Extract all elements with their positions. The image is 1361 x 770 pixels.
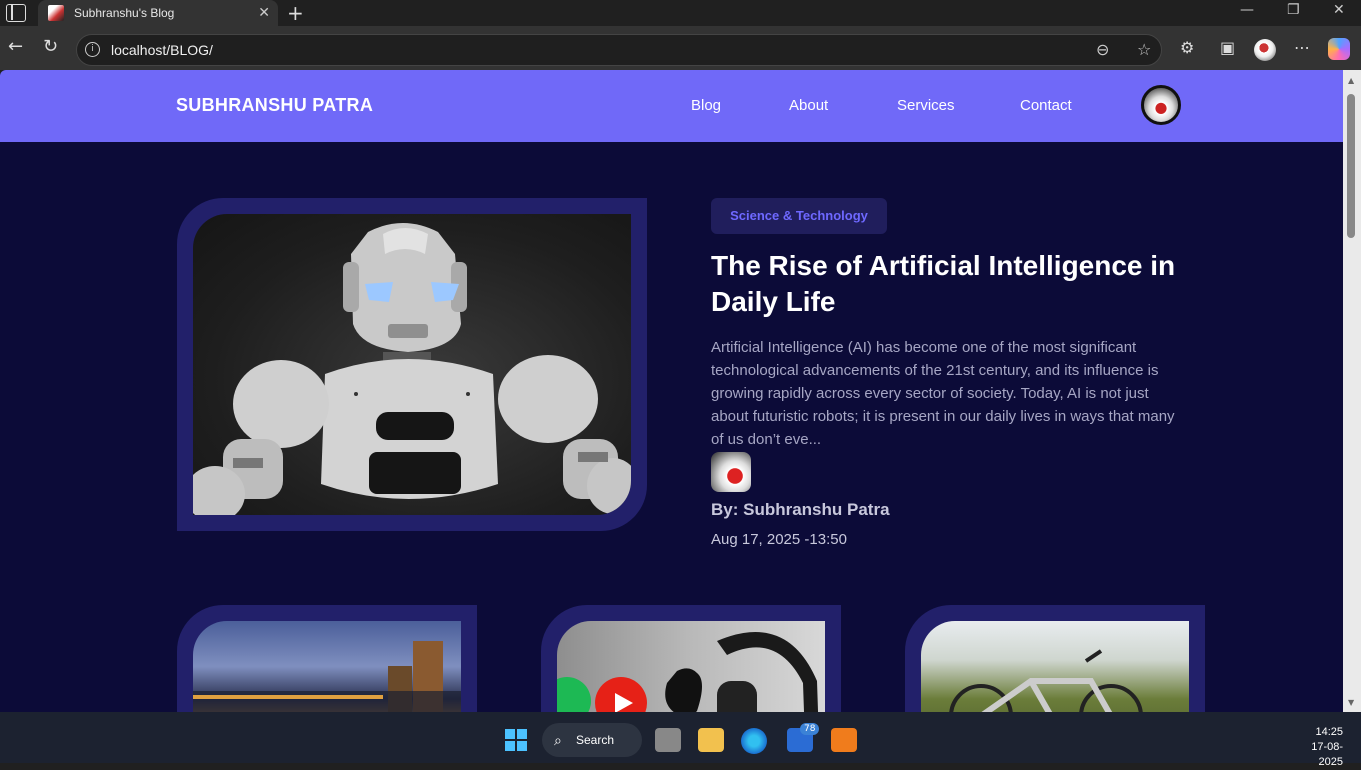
new-tab-icon[interactable]: + (287, 1, 304, 25)
more-menu-icon[interactable]: ⋯ (1294, 38, 1310, 57)
page-scrollbar[interactable]: ▲ ▼ (1343, 70, 1361, 712)
post-card[interactable] (905, 605, 1205, 712)
robot-illustration (193, 223, 631, 515)
restore-icon[interactable]: ❐ (1287, 2, 1300, 18)
extensions-icon[interactable]: ⚙ (1180, 38, 1194, 57)
bicycle-illustration (949, 649, 1143, 712)
tab-title: Subhranshu's Blog (74, 6, 175, 20)
reader-icon[interactable]: ⊖ (1096, 40, 1109, 59)
profile-avatar[interactable] (1254, 39, 1276, 61)
address-bar[interactable]: i localhost/BLOG/ ⊖ ☆ (76, 34, 1162, 66)
scroll-up-icon[interactable]: ▲ (1348, 76, 1354, 85)
copilot-icon[interactable] (1328, 38, 1350, 60)
tab-actions-icon[interactable] (6, 4, 26, 22)
post-card-image[interactable] (193, 621, 461, 712)
post-card-image[interactable] (921, 621, 1189, 712)
xampp-icon[interactable] (831, 728, 857, 752)
nav-services[interactable]: Services (897, 97, 955, 114)
screenshot-icon[interactable]: ▣ (1220, 38, 1235, 57)
search-icon: ⌕ (554, 732, 562, 748)
nav-about[interactable]: About (789, 97, 828, 114)
windows-taskbar: ⌕ Search 78 14:25 17-08-2025 (0, 712, 1361, 768)
post-date: Aug 17, 2025 -13:50 (711, 531, 847, 548)
site-header: SUBHRANSHU PATRA Blog About Services Con… (0, 70, 1343, 142)
post-author: By: Subhranshu Patra (711, 500, 890, 519)
taskbar-clock[interactable]: 14:25 17-08-2025 (1300, 725, 1343, 770)
site-logo[interactable]: SUBHRANSHU PATRA (176, 95, 373, 116)
taskbar-search[interactable]: ⌕ Search (542, 723, 642, 757)
back-icon[interactable]: ← (8, 36, 23, 57)
music-apps-illustration (557, 632, 819, 712)
close-window-icon[interactable]: ✕ (1333, 2, 1345, 18)
scroll-thumb[interactable] (1347, 94, 1355, 238)
post-card[interactable] (177, 605, 477, 712)
browser-titlebar: Subhranshu's Blog ✕ + — ❐ ✕ (0, 0, 1361, 26)
clock-date: 17-08-2025 (1311, 741, 1343, 768)
post-title[interactable]: The Rise of Artificial Intelligence in D… (711, 248, 1181, 320)
url-text[interactable]: localhost/BLOG/ (111, 42, 213, 58)
minimize-icon[interactable]: — (1240, 2, 1254, 18)
search-label: Search (576, 733, 615, 747)
task-view-icon[interactable] (655, 728, 681, 752)
file-explorer-icon[interactable] (698, 728, 724, 752)
close-tab-icon[interactable]: ✕ (258, 5, 270, 21)
featured-image-frame (177, 198, 647, 531)
browser-tab[interactable]: Subhranshu's Blog ✕ (38, 0, 278, 26)
nav-contact[interactable]: Contact (1020, 97, 1072, 114)
browser-toolbar: ← ↻ i localhost/BLOG/ ⊖ ☆ ⚙ ▣ ⋯ (0, 26, 1361, 70)
start-icon[interactable] (505, 729, 527, 751)
clock-time: 14:25 (1315, 726, 1343, 738)
favicon-icon (48, 5, 64, 21)
scroll-down-icon[interactable]: ▼ (1348, 698, 1354, 707)
category-badge[interactable]: Science & Technology (711, 198, 887, 234)
post-card[interactable] (541, 605, 841, 712)
favorite-star-icon[interactable]: ☆ (1137, 40, 1151, 59)
post-card-image[interactable] (557, 621, 825, 712)
featured-image[interactable] (193, 214, 631, 515)
mail-badge: 78 (800, 723, 820, 735)
edge-icon[interactable] (741, 728, 767, 754)
page-viewport: SUBHRANSHU PATRA Blog About Services Con… (0, 70, 1343, 712)
city-skyline-illustration (193, 641, 461, 712)
reload-icon[interactable]: ↻ (43, 36, 58, 57)
site-info-icon[interactable]: i (85, 42, 100, 57)
nav-blog[interactable]: Blog (691, 97, 721, 114)
author-avatar (711, 452, 751, 492)
user-avatar[interactable] (1141, 85, 1181, 125)
post-excerpt: Artificial Intelligence (AI) has become … (711, 339, 1175, 448)
